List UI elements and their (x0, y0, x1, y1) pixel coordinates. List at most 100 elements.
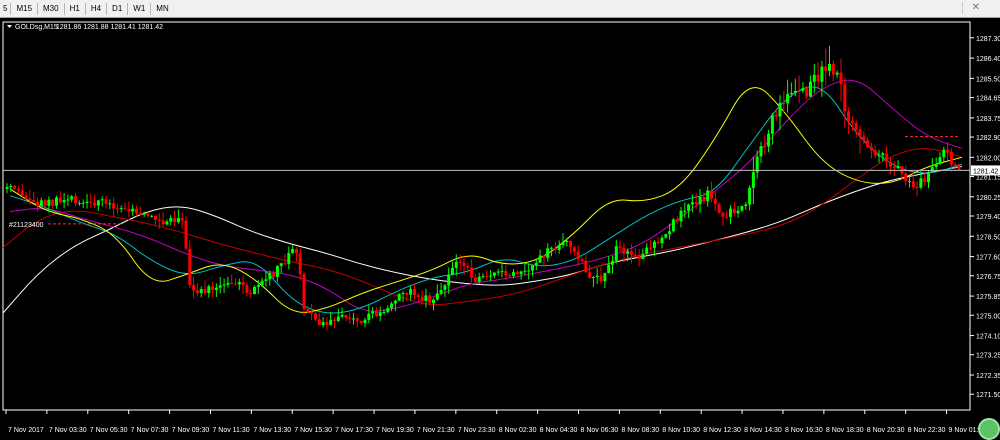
candle-body (214, 287, 218, 290)
timeframe-button-m30[interactable]: M30 (38, 2, 64, 16)
x-tick-label: 7 Nov 07:30 (131, 427, 169, 434)
x-tick-label: 7 Nov 2017 (8, 427, 44, 434)
timeframe-button-mn[interactable]: MN (151, 2, 173, 16)
candle-body (100, 199, 104, 201)
x-tick-label: 8 Nov 10:30 (662, 427, 700, 434)
candle-body (900, 166, 904, 174)
candle-body (226, 282, 230, 285)
candle-body (108, 203, 112, 205)
x-tick-label: 8 Nov 04:30 (540, 427, 578, 434)
candle-body (660, 237, 664, 244)
candle-body (378, 312, 382, 316)
candle-body (599, 275, 603, 282)
candle-body (607, 264, 611, 274)
candle-body (329, 319, 333, 325)
candle-body (199, 289, 203, 294)
candle-body (157, 219, 161, 221)
y-tick-label: 1285.50 (976, 76, 1000, 83)
candle-body (759, 146, 763, 157)
y-tick-label: 1279.40 (976, 214, 1000, 221)
candle-body (938, 157, 942, 164)
ohlc-values: 1281.86 1281.88 1281.41 1281.42 (56, 24, 163, 31)
candle-body (828, 64, 831, 71)
candle-body (770, 115, 774, 134)
candle-body (793, 91, 797, 93)
candle-body (504, 271, 508, 276)
candle-body (77, 203, 81, 204)
candle-body (321, 322, 325, 326)
close-icon[interactable]: ✕ (972, 1, 980, 15)
x-tick-label: 8 Nov 06:30 (581, 427, 619, 434)
candle-body (218, 285, 222, 288)
timeframe-button-d1[interactable]: D1 (107, 2, 127, 16)
candle-body (413, 288, 416, 296)
candle-body (32, 200, 36, 202)
candle-body (363, 319, 367, 324)
candle-body (150, 215, 154, 217)
timeframe-button-w1[interactable]: W1 (128, 2, 150, 16)
candle-body (367, 313, 371, 320)
candle-body (184, 220, 188, 249)
candle-body (58, 197, 62, 203)
candle-body (538, 255, 542, 263)
candle-body (74, 196, 77, 204)
candle-body (234, 283, 237, 285)
candle-body (721, 212, 725, 217)
candle-body (424, 295, 428, 301)
candle-body (881, 153, 885, 156)
y-tick-label: 1278.50 (976, 234, 1000, 241)
candle-body (557, 245, 561, 250)
timeframe-button-5[interactable]: 5 (0, 2, 10, 16)
candle-body (732, 208, 736, 214)
candle-body (336, 316, 340, 321)
candle-body (16, 188, 20, 191)
candle-body (416, 295, 420, 297)
timeframe-button-m15[interactable]: M15 (11, 2, 37, 16)
candle-body (268, 272, 272, 280)
candle-body (843, 84, 847, 112)
candle-body (706, 190, 710, 202)
candle-body (230, 282, 234, 284)
candle-body (679, 210, 683, 222)
candle-body (668, 231, 672, 235)
candle-body (24, 195, 28, 199)
x-tick-label: 8 Nov 08:30 (621, 427, 659, 434)
order-label: #21123400 (9, 222, 44, 229)
y-tick-label: 1282.90 (976, 135, 1000, 142)
candle-body (527, 270, 531, 272)
candle-body (146, 213, 150, 216)
candle-body (298, 253, 302, 275)
candle-body (96, 200, 100, 206)
candle-body (115, 208, 119, 210)
candle-body (294, 248, 298, 254)
candle-body (858, 129, 862, 137)
candle-body (534, 262, 538, 265)
price-chart[interactable]: 1287.30 1286.40 1285.50 1284.65 1283.75 1282.… (0, 18, 1000, 440)
y-tick-label: 1284.65 (976, 96, 1000, 103)
candle-body (447, 274, 451, 286)
candle-body (512, 272, 515, 276)
candle-body (584, 260, 588, 273)
timeframe-button-h1[interactable]: H1 (65, 2, 85, 16)
candle-body (767, 133, 771, 147)
candle-body (211, 286, 215, 290)
candle-body (595, 275, 599, 277)
candle-body (348, 317, 352, 319)
candle-body (142, 213, 146, 215)
status-indicator[interactable] (978, 418, 1000, 440)
candle-body (690, 202, 694, 205)
x-tick-label: 7 Nov 13:30 (253, 427, 291, 434)
candle-body (889, 161, 892, 167)
candle-body (694, 202, 698, 205)
candle-body (809, 81, 812, 97)
timeframe-button-h4[interactable]: H4 (86, 2, 106, 16)
candle-body (43, 200, 47, 206)
candle-body (355, 318, 359, 321)
candle-body (275, 265, 279, 277)
candle-body (352, 318, 355, 320)
candle-body (546, 248, 550, 258)
candle-body (713, 198, 717, 205)
candle-body (847, 111, 851, 121)
candle-body (428, 295, 432, 304)
candle-body (576, 251, 580, 259)
